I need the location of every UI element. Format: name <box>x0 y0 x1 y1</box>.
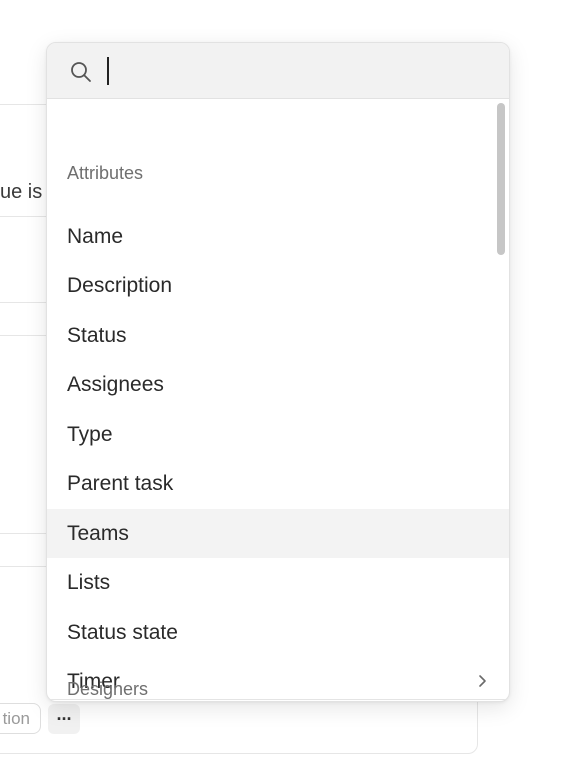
section-header-attributes: Attributes <box>67 163 144 183</box>
search-input[interactable] <box>105 53 485 89</box>
list-item-lists[interactable]: Lists <box>47 558 509 607</box>
section-header-designers: Designers <box>67 679 149 699</box>
list-item-assignees[interactable]: Assignees <box>47 360 509 409</box>
list-item-label: Assignees <box>67 372 164 396</box>
search-icon <box>71 62 91 82</box>
background-divider <box>0 302 46 303</box>
scrollbar[interactable] <box>496 101 506 699</box>
screen: ue is tion ··· Attributes Name Descripti… <box>0 0 570 768</box>
search-bar <box>47 43 509 99</box>
list-item-label: Parent task <box>67 471 174 495</box>
list-item-label: Lists <box>67 570 111 594</box>
background-chip[interactable]: tion <box>0 703 41 734</box>
list-item-name[interactable]: Name <box>47 212 509 261</box>
list-item-status[interactable]: Status <box>47 311 509 360</box>
background-divider <box>0 335 46 336</box>
background-divider <box>0 533 46 534</box>
background-divider <box>0 104 46 105</box>
scrollbar-thumb[interactable] <box>497 103 505 255</box>
list-item-label: Teams <box>67 521 129 545</box>
list-item-label: Name <box>67 224 124 248</box>
list-item-teams[interactable]: Teams <box>47 509 509 558</box>
list-item-description[interactable]: Description <box>47 261 509 310</box>
more-options-button[interactable]: ··· <box>48 704 80 734</box>
list-item-label: Type <box>67 422 113 446</box>
attribute-list: Attributes Name Description Status Assig… <box>47 99 509 701</box>
background-partial-text: ue is <box>0 181 43 203</box>
text-caret <box>107 57 109 85</box>
chevron-right-icon <box>479 675 486 687</box>
list-item-label: Status state <box>67 620 178 644</box>
list-item-type[interactable]: Type <box>47 410 509 459</box>
list-item-status-state[interactable]: Status state <box>47 608 509 657</box>
attribute-picker-dropdown: Attributes Name Description Status Assig… <box>46 42 510 702</box>
list-item-label: Description <box>67 273 173 297</box>
background-divider <box>0 216 46 217</box>
list-item-label: Status <box>67 323 127 347</box>
list-item-parent-task[interactable]: Parent task <box>47 459 509 508</box>
